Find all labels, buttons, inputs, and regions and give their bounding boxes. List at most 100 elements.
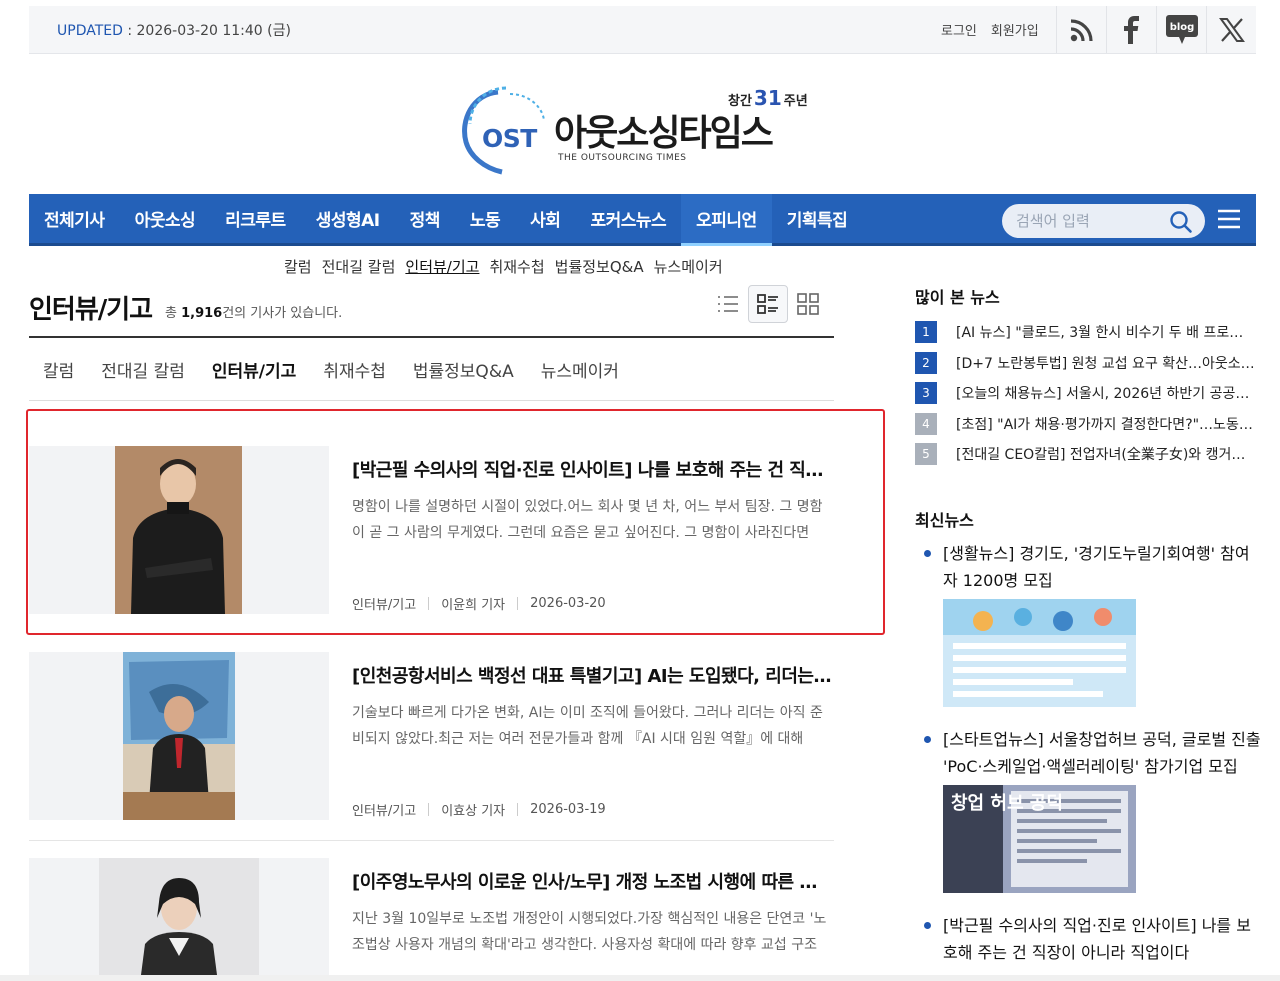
category-tab[interactable]: 뉴스메이커 <box>541 357 619 382</box>
anniversary-badge: 창간 31 주년 <box>728 86 808 110</box>
horizontal-scrollbar[interactable] <box>0 975 1280 981</box>
nav-item[interactable]: 아웃소싱 <box>120 194 211 243</box>
article-divider <box>29 840 834 841</box>
subnav-item[interactable]: 취재수첩 <box>489 256 544 277</box>
x-icon <box>1218 17 1245 42</box>
popular-news-item[interactable]: 4 [초점] "AI가 채용·평가까지 결정한다면?"…노동계 우려 <box>915 409 1260 440</box>
category-tab[interactable]: 법률정보Q&A <box>413 357 514 382</box>
rss-icon <box>1070 18 1093 41</box>
latest-news-title: 최신뉴스 <box>915 511 974 530</box>
page-title: 인터뷰/기고 <box>29 295 153 325</box>
logo-ost: OST <box>482 124 537 153</box>
updated-timestamp: UPDATED : 2026-03-20 11:40 (금) <box>57 23 291 39</box>
category-tab[interactable]: 칼럼 <box>43 357 74 382</box>
travel-poster-image <box>943 599 1136 707</box>
popular-news-item[interactable]: 2 [D+7 노란봉투법] 원청 교섭 요구 확산…아웃소싱 업계 긴장 <box>915 348 1260 379</box>
rank-badge: 2 <box>915 351 937 374</box>
category-tab[interactable]: 전대길 칼럼 <box>101 357 185 382</box>
card-list-view-button[interactable] <box>748 285 788 323</box>
article-author: 이효상 기자 <box>441 804 506 819</box>
facebook-button[interactable] <box>1106 6 1156 53</box>
subnav-item[interactable]: 칼럼 <box>284 256 312 277</box>
title-divider <box>29 336 834 338</box>
top-bar: UPDATED : 2026-03-20 11:40 (금) 로그인 회원가입 … <box>29 6 1256 54</box>
bullet-icon <box>924 550 931 557</box>
popular-news-text[interactable]: [초점] "AI가 채용·평가까지 결정한다면?"…노동계 우려 <box>956 414 1256 434</box>
blog-icon: blog <box>1165 14 1198 44</box>
popular-news-text[interactable]: [D+7 노란봉투법] 원청 교섭 요구 확산…아웃소싱 업계 긴장 <box>956 353 1256 373</box>
nav-item[interactable]: 오피니언 <box>681 194 772 246</box>
popular-news-list: 1 [AI 뉴스] "클로드, 3월 한시 비수기 두 배 프로모션" 2 [D+7 … <box>915 317 1260 470</box>
article-item[interactable]: [이주영노무사의 이로운 인사/노무] 개정 노조법 시행에 따른 사용자 개념… <box>29 858 834 981</box>
article-category: 인터뷰/기고 <box>352 804 417 819</box>
bullet-icon <box>924 922 931 929</box>
subnav-item[interactable]: 뉴스메이커 <box>654 256 723 277</box>
site-logo[interactable]: OST 아웃소싱타임스 THE OUTSOURCING TIMES 창간 31 주년 <box>458 80 828 180</box>
article-item[interactable]: [인천공항서비스 백정선 대표 특별기고] AI는 도입됐다, 리더는 준비되었… <box>29 652 834 841</box>
subnav-item[interactable]: 법률정보Q&A <box>555 256 644 277</box>
popular-news-item[interactable]: 3 [오늘의 채용뉴스] 서울시, 2026년 하반기 공공일자리 모집 <box>915 378 1260 409</box>
latest-news-title-text[interactable]: [박근필 수의사의 직업·진로 인사이트] 나를 보호해 주는 건 직장이 아니… <box>943 912 1263 966</box>
svg-text:창업 허브 공덕: 창업 허브 공덕 <box>951 793 1063 814</box>
grid-view-button[interactable] <box>788 285 828 323</box>
category-tab[interactable]: 인터뷰/기고 <box>212 357 296 382</box>
nav-item[interactable]: 리크루트 <box>210 194 301 243</box>
article-title[interactable]: [이주영노무사의 이로운 인사/노무] 개정 노조법 시행에 따른 사용자 개념… <box>352 868 832 894</box>
menu-icon[interactable] <box>1217 209 1241 229</box>
x-button[interactable] <box>1206 6 1256 53</box>
rank-badge: 1 <box>915 321 937 344</box>
popular-news-text[interactable]: [전대길 CEO칼럼] 전업자녀(全業子女)와 캥거루족 <box>956 444 1256 464</box>
article-title[interactable]: [인천공항서비스 백정선 대표 특별기고] AI는 도입됐다, 리더는 준비되었… <box>352 662 832 688</box>
list-view-button[interactable] <box>708 285 748 323</box>
selected-article-highlight <box>26 409 885 635</box>
grid-icon <box>797 293 819 315</box>
logo-korean: 아웃소싱타임스 <box>554 113 774 154</box>
subnav-item[interactable]: 인터뷰/기고 <box>405 256 479 277</box>
popular-news-title: 많이 본 뉴스 <box>915 288 1000 307</box>
login-link[interactable]: 로그인 <box>941 20 977 39</box>
latest-news-thumbnail[interactable]: 창업 허브 공덕 <box>943 785 1136 893</box>
category-tab[interactable]: 취재수첩 <box>323 357 386 382</box>
latest-news-title-text[interactable]: [스타트업뉴스] 서울창업허브 공덕, 글로벌 진출 'PoC·스케일업·액셀러… <box>943 726 1263 780</box>
latest-news-title-text[interactable]: [생활뉴스] 경기도, '경기도누릴기회여행' 참여자 1200명 모집 <box>943 540 1263 594</box>
bullet-icon <box>924 736 931 743</box>
search-box <box>1002 204 1205 238</box>
article-date: 2026-03-19 <box>530 802 606 817</box>
nav-item[interactable]: 사회 <box>515 194 575 243</box>
popular-news-item[interactable]: 5 [전대길 CEO칼럼] 전업자녀(全業子女)와 캥거루족 <box>915 439 1260 470</box>
list-icon <box>718 296 738 312</box>
nav-item[interactable]: 노동 <box>455 194 515 243</box>
subnav-item[interactable]: 전대길 칼럼 <box>322 256 396 277</box>
portrait-photo <box>123 652 235 820</box>
nav-item[interactable]: 전체기사 <box>29 194 120 243</box>
rss-button[interactable] <box>1056 6 1106 53</box>
startup-poster-image: 창업 허브 공덕 <box>943 785 1136 893</box>
facebook-icon <box>1123 15 1139 44</box>
latest-news-thumbnail[interactable] <box>943 599 1136 707</box>
popular-news-item[interactable]: 1 [AI 뉴스] "클로드, 3월 한시 비수기 두 배 프로모션" <box>915 317 1260 348</box>
card-list-icon <box>757 294 778 314</box>
main-nav: 전체기사 아웃소싱 리크루트 생성형AI 정책 노동 사회 포커스뉴스 오피니언 기획특집 <box>29 194 1256 246</box>
logo-english: THE OUTSOURCING TIMES <box>558 153 687 163</box>
rank-badge: 5 <box>915 443 937 466</box>
article-summary: 지난 3월 10일부로 노조법 개정안이 시행되었다.가장 핵심적인 내용은 단… <box>352 911 827 953</box>
rank-badge: 4 <box>915 412 937 435</box>
nav-item[interactable]: 포커스뉴스 <box>575 194 681 243</box>
nav-item[interactable]: 생성형AI <box>301 194 395 243</box>
portrait-photo <box>99 858 259 975</box>
popular-news-text[interactable]: [AI 뉴스] "클로드, 3월 한시 비수기 두 배 프로모션" <box>956 322 1256 342</box>
blog-button[interactable]: blog <box>1156 6 1206 53</box>
category-tabs: 칼럼 전대길 칼럼 인터뷰/기고 취재수첩 법률정보Q&A 뉴스메이커 <box>43 357 619 382</box>
sub-nav: 칼럼 전대길 칼럼 인터뷰/기고 취재수첩 법률정보Q&A 뉴스메이커 <box>284 256 723 277</box>
tabs-divider <box>29 400 834 401</box>
article-thumbnail[interactable] <box>29 858 329 975</box>
signup-link[interactable]: 회원가입 <box>991 20 1039 39</box>
search-icon[interactable] <box>1169 210 1193 234</box>
popular-news-text[interactable]: [오늘의 채용뉴스] 서울시, 2026년 하반기 공공일자리 모집 <box>956 383 1256 403</box>
nav-item[interactable]: 기획특집 <box>772 194 863 243</box>
nav-item[interactable]: 정책 <box>395 194 455 243</box>
article-thumbnail[interactable] <box>29 652 329 820</box>
article-count: 총 1,916건의 기사가 있습니다. <box>165 306 343 321</box>
search-input[interactable] <box>1002 204 1152 238</box>
svg-text:blog: blog <box>1169 22 1194 33</box>
